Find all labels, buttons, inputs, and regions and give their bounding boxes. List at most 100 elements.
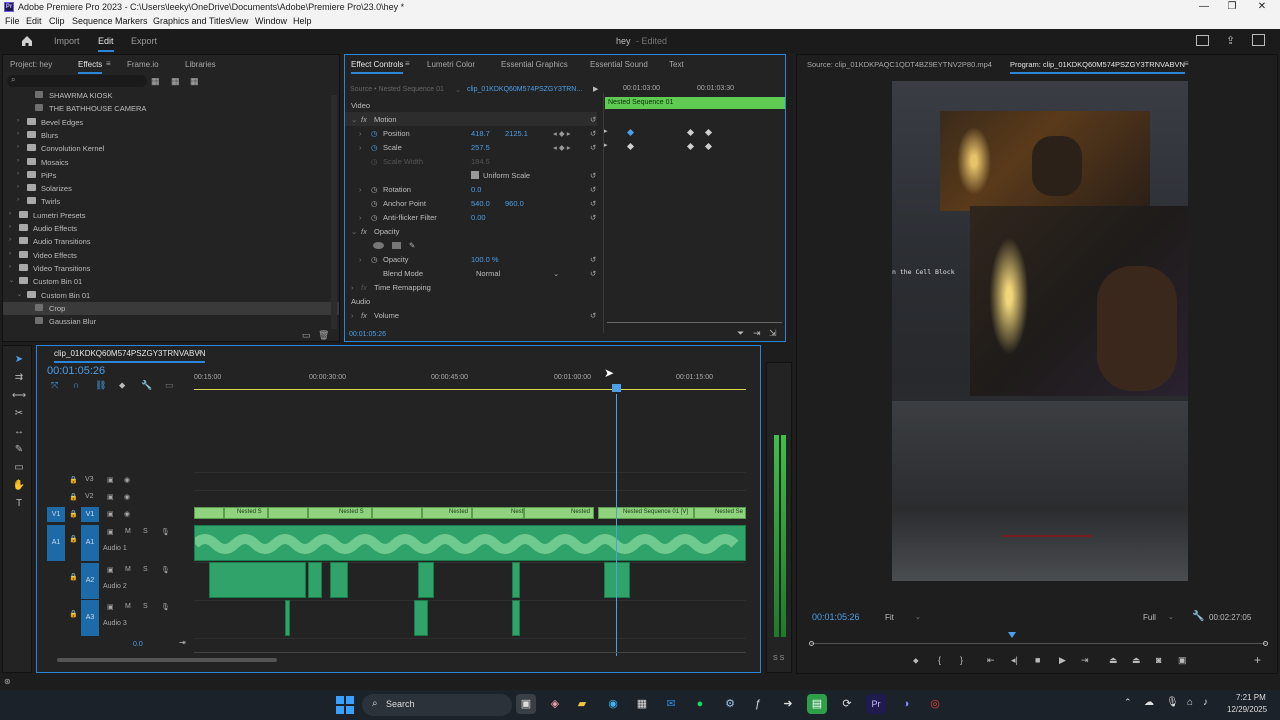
add-button-icon[interactable]: + (1254, 653, 1261, 667)
timeline-settings-icon[interactable]: 🔧 (141, 380, 152, 391)
nest-toggle-icon[interactable]: ⤧ (51, 380, 58, 391)
chevron-down-icon[interactable]: ⌄ (1168, 613, 1174, 621)
chevron-right-icon[interactable]: › (17, 197, 19, 203)
play-icon[interactable]: ▶ (1059, 655, 1066, 666)
premiere-taskbar-icon[interactable]: Pr (866, 694, 886, 714)
effects-tree-item[interactable]: › Solarizes (3, 182, 339, 195)
rectangle-tool-icon[interactable]: ▭ (11, 462, 27, 476)
video-clip[interactable]: Nested S (224, 507, 268, 519)
snap-icon[interactable]: ∩ (73, 380, 79, 390)
menu-sequence[interactable]: Sequence (72, 16, 113, 26)
source-patch-v1[interactable]: V1 (47, 507, 65, 522)
chevron-down-icon[interactable]: ⌄ (17, 291, 22, 298)
go-to-out-icon[interactable]: ⇥ (1081, 655, 1089, 666)
tab-source[interactable]: Source: clip_01KDKPAQC1QDT4BZ9EYTNV2P80.… (807, 60, 992, 69)
linked-selection-icon[interactable]: ⛓ (95, 380, 106, 391)
stop-icon[interactable]: ■ (1035, 655, 1040, 665)
track-select-tool-icon[interactable]: ⇉ (11, 372, 27, 386)
slip-tool-icon[interactable]: ↔ (11, 426, 27, 440)
effects-tree-item[interactable]: ⌄ Custom Bin 01 (3, 289, 339, 302)
menu-file[interactable]: File (5, 16, 20, 26)
microphone-icon[interactable]: 🎙 (161, 528, 170, 536)
audio-clip-a2[interactable] (330, 562, 348, 598)
uniform-scale-row[interactable]: Uniform Scale ↺ (345, 168, 597, 182)
audio-clip-a2[interactable] (308, 562, 322, 598)
effects-tree-item[interactable]: THE BATHHOUSE CAMERA (3, 102, 339, 115)
chevron-right-icon[interactable]: › (17, 131, 19, 137)
chevron-right-icon[interactable]: › (17, 184, 19, 190)
app-icon[interactable]: ⟳ (837, 694, 857, 714)
export-frame-icon[interactable]: ⇥ (753, 328, 761, 339)
tab-edit[interactable]: Edit (98, 36, 114, 52)
video-clip[interactable]: Nested (422, 507, 472, 519)
captions-icon[interactable]: ▭ (165, 380, 174, 391)
motion-row[interactable]: ⌄ fx Motion ↺ (345, 112, 597, 126)
playhead-handle[interactable] (612, 384, 621, 392)
effects-tree-item[interactable]: › Video Effects (3, 249, 339, 262)
sync-icon[interactable]: ▣ (107, 528, 114, 536)
meter-solo-labels[interactable]: S S (773, 655, 784, 662)
zoom-bar[interactable] (607, 322, 782, 323)
video-clip[interactable] (194, 507, 224, 519)
clip-name[interactable]: clip_01KDKQ60M574PSZGY3TRN... (467, 86, 582, 93)
ec-timecode[interactable]: 00:01:05:26 (349, 331, 386, 338)
blend-mode-row[interactable]: Blend Mode Normal ⌄ ↺ (345, 266, 597, 280)
zoom-select[interactable]: Fit (885, 613, 894, 622)
ripple-edit-tool-icon[interactable]: ⟷ (11, 390, 27, 404)
timeline-ruler[interactable]: 00:15:00 00:00:30:00 00:00:45:00 00:01:0… (194, 364, 749, 394)
scrubber-end-handle[interactable] (1263, 641, 1268, 646)
keyframe-scale[interactable] (686, 142, 695, 151)
tab-export[interactable]: Export (131, 36, 157, 46)
filter-icon[interactable]: ⏷ (737, 328, 744, 339)
mix-value[interactable]: 0.0 (133, 641, 143, 648)
lock-icon[interactable]: 🔒 (69, 493, 78, 501)
menu-help[interactable]: Help (293, 16, 312, 26)
lock-icon[interactable]: 🔒 (69, 573, 78, 581)
video-clip[interactable] (268, 507, 308, 519)
taskbar-search-box[interactable]: ⌕ Search (362, 694, 512, 716)
tab-text[interactable]: Text (669, 60, 684, 69)
effects-tree-item[interactable]: › Twirls (3, 195, 339, 208)
chevron-right-icon[interactable]: › (17, 171, 19, 177)
track-target-a2[interactable]: A2 (81, 563, 99, 599)
chevron-right-icon[interactable]: › (9, 211, 11, 217)
chevron-right-icon[interactable]: › (17, 144, 19, 150)
clock-time[interactable]: 7:21 PM (1236, 693, 1266, 702)
solo-button[interactable]: S (143, 603, 148, 610)
go-to-in-icon[interactable]: ⇤ (987, 655, 995, 666)
chrome-icon[interactable]: ◎ (925, 694, 945, 714)
anchor-point-row[interactable]: ◷ Anchor Point 540.0 960.0 ↺ (345, 196, 597, 210)
close-button[interactable]: ✕ (1250, 1, 1274, 14)
selection-tool-icon[interactable]: ➤ (11, 354, 27, 368)
trash-icon[interactable]: 🗑 (318, 330, 329, 341)
nested-sequence-bar[interactable]: Nested Sequence 01 (605, 97, 785, 109)
cloud-icon[interactable]: ☁ (1144, 697, 1154, 708)
settings-wrench-icon[interactable]: 🔧 (1192, 611, 1204, 622)
tab-frameio[interactable]: Frame.io (127, 60, 159, 69)
share-icon[interactable]: ⇪ (1226, 34, 1235, 47)
chevron-right-icon[interactable]: › (9, 251, 11, 257)
chevron-right-icon[interactable]: › (9, 224, 11, 230)
chevron-right-icon[interactable]: › (17, 158, 19, 164)
keyframe-scale[interactable] (704, 142, 713, 151)
scrubber-start-handle[interactable] (809, 641, 814, 646)
spotify-icon[interactable]: ● (690, 694, 710, 714)
file-explorer-icon[interactable]: ▰ (572, 694, 592, 714)
eye-icon[interactable]: ◉ (124, 493, 130, 501)
audio-clip-a3[interactable] (414, 600, 428, 636)
video-clip[interactable]: Nested (524, 507, 594, 519)
lock-icon[interactable]: 🔒 (69, 476, 78, 484)
effects-tree-item[interactable]: › PiPs (3, 169, 339, 182)
steam-icon[interactable]: ⚙ (720, 694, 740, 714)
go-to-end-icon[interactable]: ⇥ (179, 638, 186, 647)
effects-tree-item[interactable]: SHAWRMA KIOSK (3, 89, 339, 102)
effects-tree-item[interactable]: › Audio Transitions (3, 235, 339, 248)
audio-clip-a1[interactable] (194, 525, 746, 561)
horizontal-scrollbar[interactable] (57, 658, 277, 662)
razor-tool-icon[interactable]: ✂ (11, 408, 27, 422)
menu-graphics-titles[interactable]: Graphics and Titles (153, 16, 230, 26)
playhead-marker[interactable] (1008, 632, 1016, 638)
effects-tree-item[interactable]: ⌄ Custom Bin 01 (3, 275, 339, 288)
fullscreen-icon[interactable] (1196, 35, 1209, 46)
panel-menu-icon[interactable]: ≡ (405, 59, 410, 68)
